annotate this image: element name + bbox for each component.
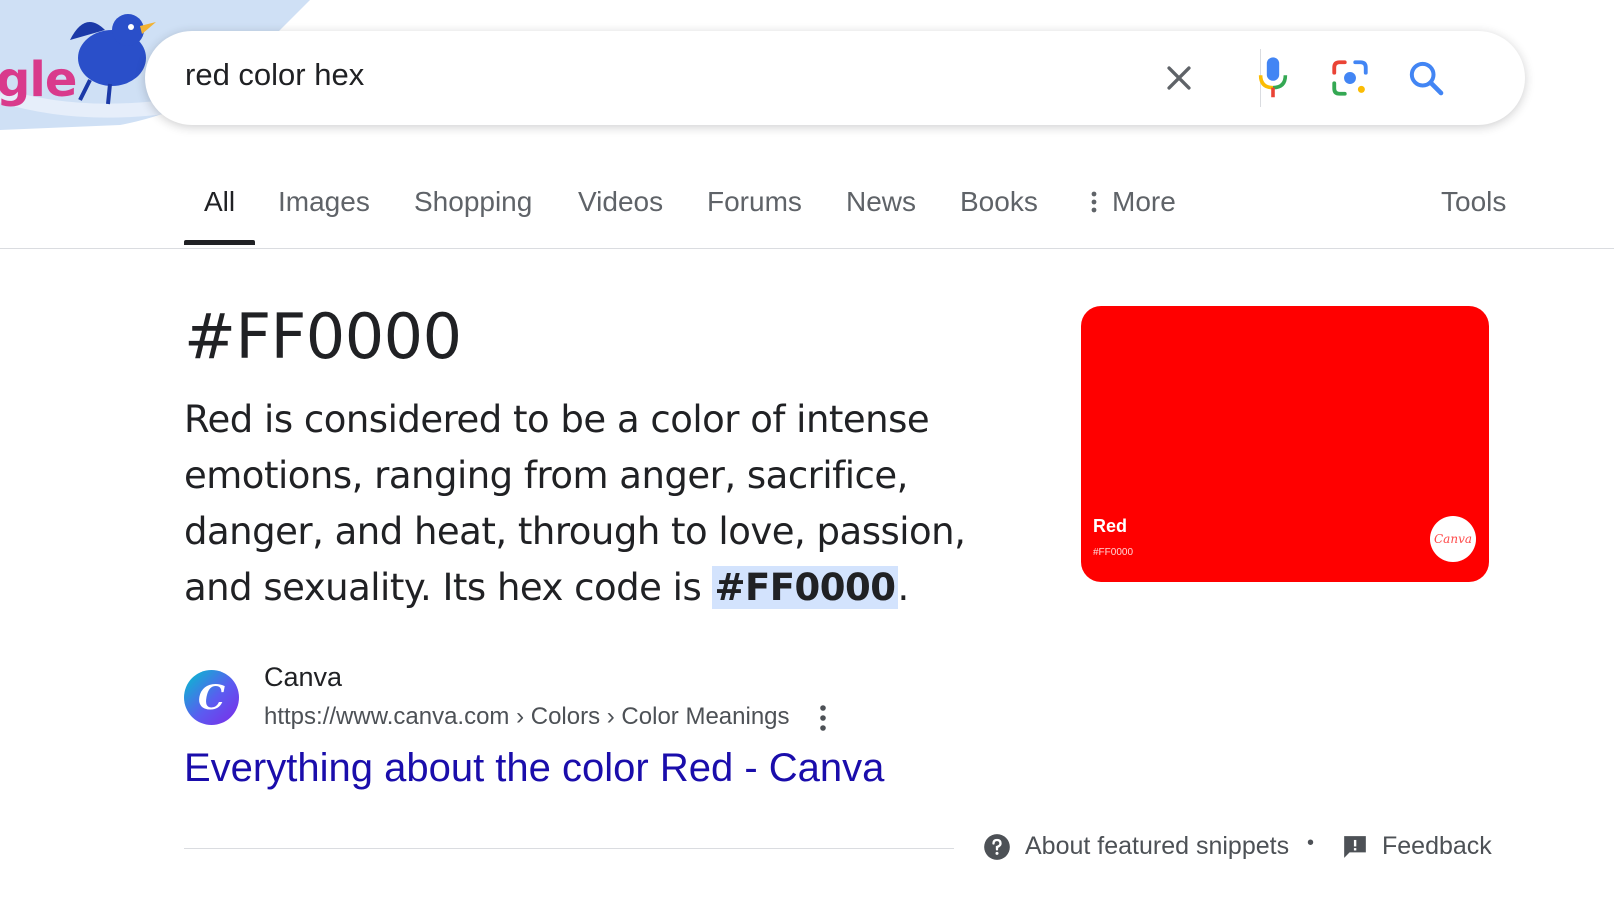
vertical-dots-icon: [820, 705, 826, 731]
tab-more-label: More: [1112, 186, 1176, 217]
tools-button[interactable]: Tools: [1441, 186, 1506, 218]
snippet-image[interactable]: Red #FF0000 Canva: [1081, 306, 1489, 582]
about-featured-snippets-link[interactable]: About featured snippets: [983, 832, 1289, 861]
feedback-label: Feedback: [1382, 832, 1492, 860]
clear-search-button[interactable]: [1155, 54, 1203, 102]
tab-images[interactable]: Images: [278, 186, 370, 218]
footer-separator: •: [1307, 832, 1315, 854]
image-color-label: Red: [1093, 516, 1128, 536]
search-input[interactable]: red color hex: [185, 57, 364, 93]
doodle-logo-text: gle: [0, 52, 77, 108]
feedback-icon: [1344, 835, 1366, 858]
search-submit-button[interactable]: [1402, 54, 1450, 102]
voice-search-button[interactable]: [1249, 54, 1297, 102]
search-bar[interactable]: red color hex: [145, 31, 1525, 125]
snippet-divider: [184, 848, 954, 849]
tab-forums[interactable]: Forums: [707, 186, 802, 218]
snippet-heading: #FF0000: [184, 300, 462, 373]
tab-shopping[interactable]: Shopping: [414, 186, 532, 218]
close-icon: [1167, 66, 1191, 90]
result-title-link[interactable]: Everything about the color Red - Canva: [184, 746, 884, 791]
canva-logo-icon[interactable]: C: [184, 670, 239, 725]
source-url[interactable]: https://www.canva.com › Colors › Color M…: [264, 703, 790, 731]
image-canva-logo: Canva: [1430, 516, 1476, 562]
active-tab-indicator: [184, 240, 255, 245]
snippet-description-tail: .: [897, 566, 910, 609]
lens-search-button[interactable]: [1326, 54, 1374, 102]
help-circle-icon: [984, 833, 1010, 860]
tab-books[interactable]: Books: [960, 186, 1038, 218]
snippet-description: Red is considered to be a color of inten…: [184, 392, 1044, 616]
snippet-highlight: #FF0000: [712, 566, 898, 609]
image-hex-label: #FF0000: [1093, 547, 1134, 558]
source-name[interactable]: Canva: [264, 662, 342, 693]
microphone-icon: [1258, 57, 1288, 98]
tab-videos[interactable]: Videos: [578, 186, 663, 218]
feedback-link[interactable]: Feedback: [1342, 832, 1492, 861]
search-icon: [1409, 61, 1444, 96]
about-featured-snippets-label: About featured snippets: [1025, 832, 1290, 860]
search-tabs: All Images Shopping Videos Forums News B…: [0, 170, 1614, 249]
tab-news[interactable]: News: [846, 186, 916, 218]
result-options-button[interactable]: [808, 700, 838, 736]
camera-lens-icon: [1332, 60, 1368, 96]
tab-more[interactable]: More: [1090, 186, 1176, 218]
vertical-dots-icon: [1091, 191, 1097, 213]
tab-all[interactable]: All: [204, 186, 235, 218]
